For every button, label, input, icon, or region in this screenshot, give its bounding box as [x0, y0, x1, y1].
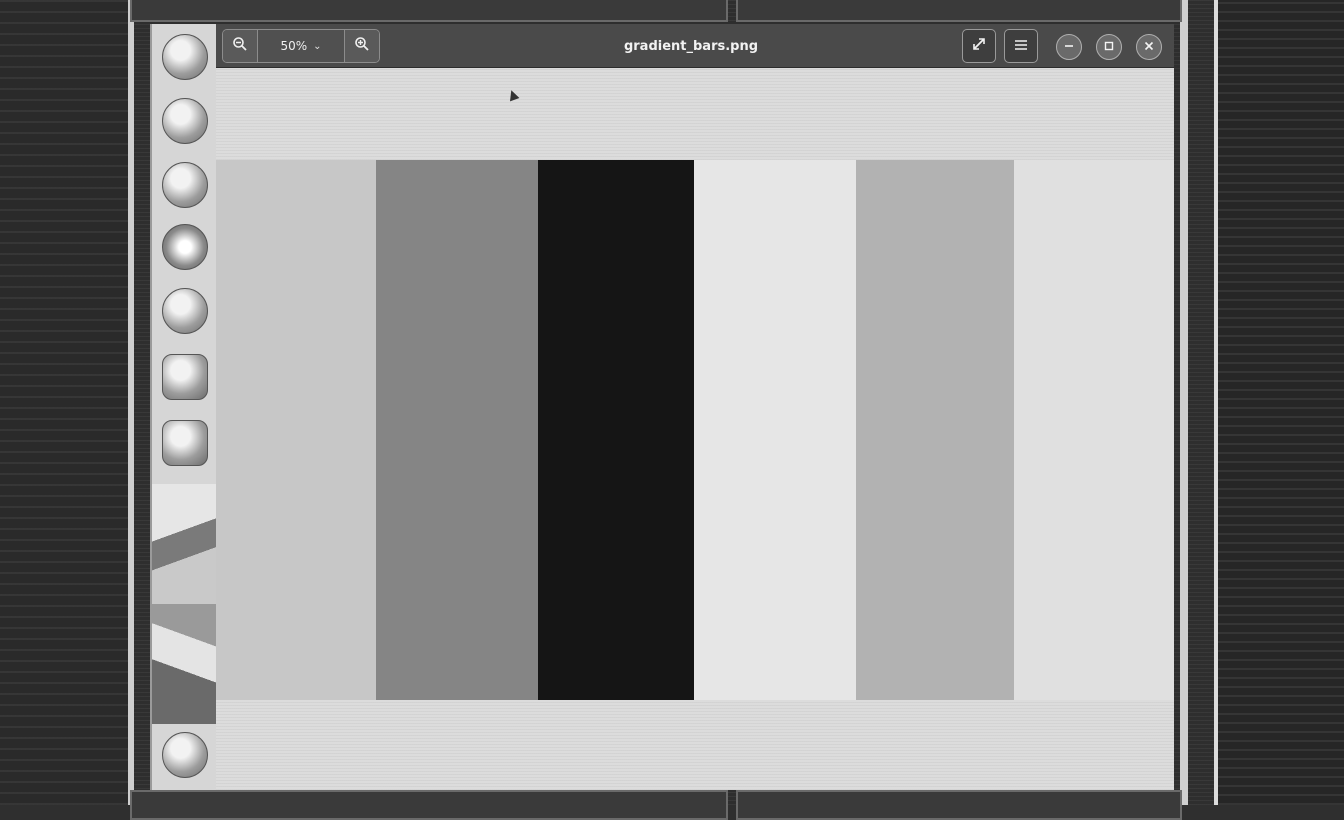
- dock-item-terminal[interactable]: [160, 418, 210, 468]
- image-viewer-icon: [162, 224, 208, 270]
- maximize-button[interactable]: [1096, 34, 1122, 60]
- dock-wallpaper: [152, 484, 216, 604]
- dock-item-settings[interactable]: [160, 730, 210, 780]
- background-window-strip: [130, 0, 728, 22]
- image-bar: [376, 160, 538, 700]
- zoom-out-icon: [232, 36, 248, 56]
- zoom-level-dropdown[interactable]: 50% ⌄: [257, 30, 345, 62]
- image-viewer-window: 50% ⌄ gradient_bars.png: [216, 24, 1174, 790]
- close-button[interactable]: [1136, 34, 1162, 60]
- window-border-right: [1180, 0, 1188, 805]
- background-window-left: [0, 0, 128, 805]
- app-icon: [162, 98, 208, 144]
- close-icon: [1144, 40, 1154, 55]
- dock-item-files[interactable]: [160, 160, 210, 210]
- zoom-control: 50% ⌄: [222, 29, 380, 63]
- zoom-in-icon: [354, 36, 370, 56]
- headerbar: 50% ⌄ gradient_bars.png: [216, 24, 1174, 68]
- displayed-image: [216, 160, 1174, 700]
- minimize-icon: [1064, 40, 1074, 55]
- store-icon: [162, 354, 208, 400]
- dock-item-paint[interactable]: [160, 286, 210, 336]
- image-bar: [856, 160, 1014, 700]
- zoom-level-value: 50%: [280, 39, 308, 53]
- fullscreen-icon: [971, 36, 987, 56]
- main-menu-button[interactable]: [1004, 29, 1038, 63]
- dock-item-app[interactable]: [160, 96, 210, 146]
- dock-item-image-viewer[interactable]: [160, 222, 210, 272]
- image-bar: [538, 160, 694, 700]
- background-window-strip: [736, 0, 1182, 22]
- files-icon: [162, 162, 208, 208]
- settings-icon: [162, 732, 208, 778]
- hamburger-menu-icon: [1014, 37, 1028, 55]
- zoom-in-button[interactable]: [345, 30, 379, 62]
- background-window-strip: [130, 790, 728, 820]
- background-window-strip: [736, 790, 1182, 820]
- image-bar: [216, 160, 376, 700]
- background-window-right: [1214, 0, 1344, 805]
- paint-icon: [162, 288, 208, 334]
- image-bar: [1014, 160, 1174, 700]
- browser-icon: [162, 34, 208, 80]
- window-border-left: [128, 0, 134, 805]
- minimize-button[interactable]: [1056, 34, 1082, 60]
- dock-item-browser[interactable]: [160, 32, 210, 82]
- image-bar: [694, 160, 856, 700]
- zoom-out-button[interactable]: [223, 30, 257, 62]
- dock-item-store[interactable]: [160, 352, 210, 402]
- dock-wallpaper: [152, 604, 216, 724]
- maximize-icon: [1104, 40, 1114, 55]
- image-canvas[interactable]: [216, 68, 1174, 790]
- terminal-icon: [162, 420, 208, 466]
- window-title: gradient_bars.png: [623, 38, 759, 54]
- dock: [150, 24, 216, 790]
- fullscreen-button[interactable]: [962, 29, 996, 63]
- chevron-down-icon: ⌄: [313, 40, 322, 52]
